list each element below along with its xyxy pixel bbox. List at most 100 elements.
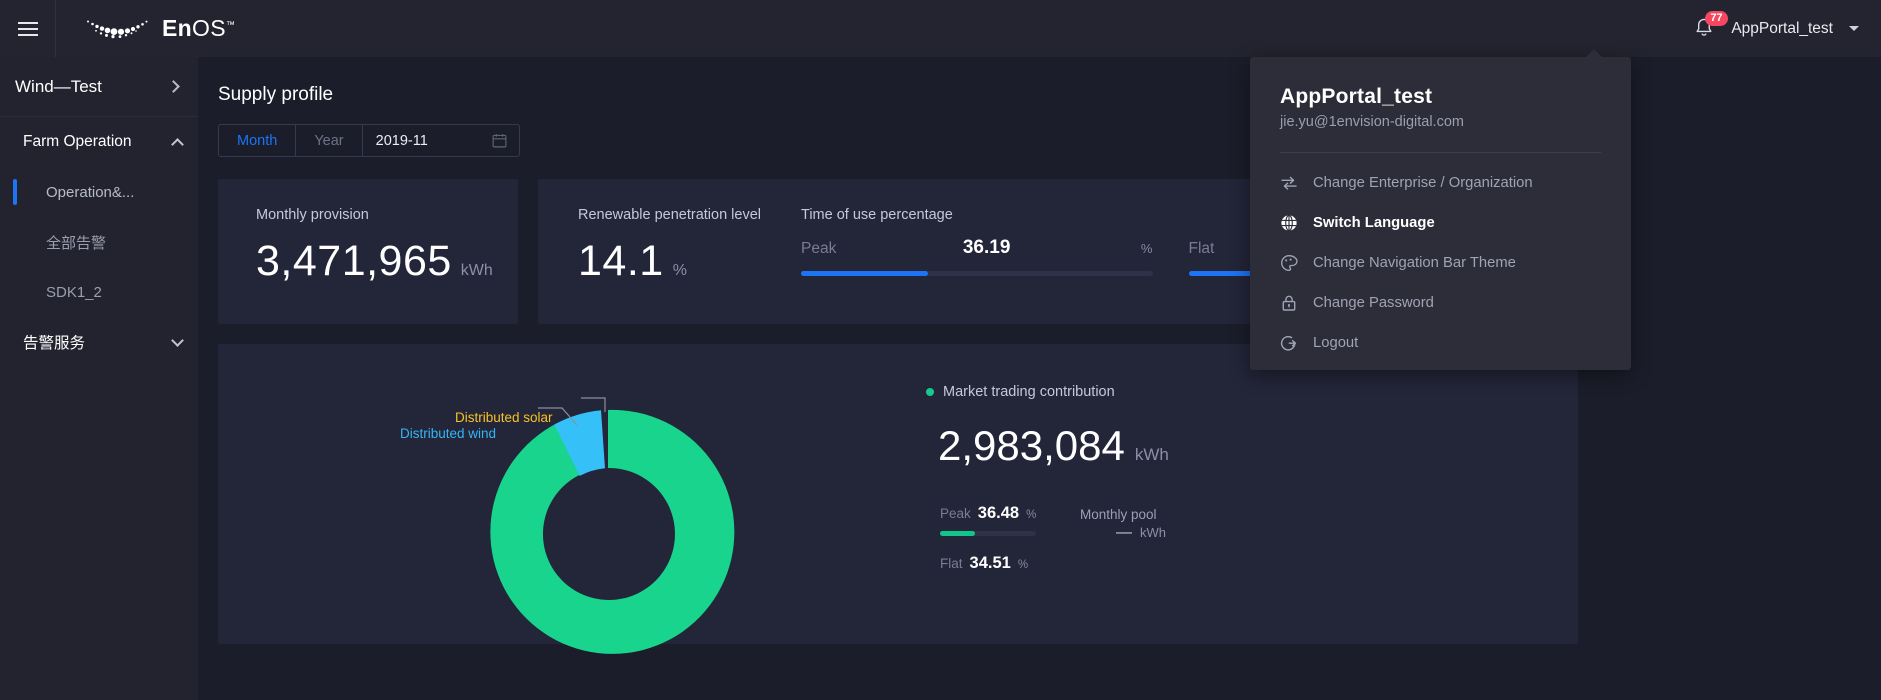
stat-name: Peak xyxy=(940,506,971,521)
donut-callout-solar xyxy=(581,398,605,412)
sidebar-item-operation[interactable]: Operation&... xyxy=(0,167,198,217)
market-trading-header: Market trading contribution xyxy=(926,384,1218,400)
calendar-icon xyxy=(492,133,507,148)
brand-os: OS xyxy=(192,15,226,41)
monthly-pool-block: Monthly pool — kWh xyxy=(1080,504,1166,573)
monthly-provision-value: 3,471,965 xyxy=(256,237,452,286)
menu-item-change-password[interactable]: Change Password xyxy=(1280,283,1601,323)
donut-label-distributed-wind: Distributed wind xyxy=(400,426,496,441)
sidebar-item-all-alarms[interactable]: 全部告警 xyxy=(0,217,198,267)
sidebar-group-farm-operation[interactable]: Farm Operation xyxy=(0,117,198,167)
progress-track xyxy=(940,531,1036,536)
sidebar-group-label: Farm Operation xyxy=(23,133,132,151)
card-value-group: 14.1 % xyxy=(578,237,761,286)
site-name: Wind—Test xyxy=(15,77,102,97)
tab-year[interactable]: Year xyxy=(296,125,362,156)
monthly-pool-unit: kWh xyxy=(1140,525,1166,540)
enos-dot-logo-icon xyxy=(84,16,152,42)
menu-item-switch-language[interactable]: Switch Language xyxy=(1280,203,1601,243)
menu-item-change-nav-theme[interactable]: Change Navigation Bar Theme xyxy=(1280,243,1601,283)
market-stat-peak: Peak 36.48 % Flat 34.51 % xyxy=(940,504,1036,573)
card-label: Renewable penetration level xyxy=(578,207,761,223)
brand-trademark: ™ xyxy=(226,19,235,29)
stat-unit: % xyxy=(1026,509,1036,521)
tou-unit: % xyxy=(1141,241,1153,256)
chevron-down-icon[interactable] xyxy=(1849,26,1859,31)
notification-bell-button[interactable]: 77 xyxy=(1693,16,1717,42)
app-root: EnOS™ 77 AppPortal_test Wind—Test Farm O… xyxy=(0,0,1881,700)
progress-track xyxy=(801,271,1153,276)
market-trading-value-group: 2,983,084 kWh xyxy=(926,422,1218,470)
site-switcher[interactable]: Wind—Test xyxy=(0,57,198,117)
palette-icon xyxy=(1280,254,1298,272)
tab-month[interactable]: Month xyxy=(219,125,296,156)
chevron-right-icon xyxy=(167,80,180,93)
stat-value: 34.51 xyxy=(970,554,1011,573)
donut-slice-main xyxy=(490,410,734,654)
card-value-group: 3,471,965 kWh xyxy=(256,237,518,286)
monthly-pool-value-group: — kWh xyxy=(1116,524,1166,542)
chevron-down-icon xyxy=(171,334,184,347)
donut-label-distributed-solar: Distributed solar xyxy=(455,410,553,425)
swap-arrows-icon xyxy=(1280,174,1298,192)
renewable-penetration-value: 14.1 xyxy=(578,237,664,286)
menu-item-label: Change Enterprise / Organization xyxy=(1313,175,1533,191)
sidebar-group-label: 告警服务 xyxy=(23,331,85,353)
tou-item-peak: Peak 36.19% xyxy=(801,237,1153,276)
legend-dot-icon xyxy=(926,388,934,396)
hamburger-menu-icon[interactable] xyxy=(0,0,56,57)
card-monthly-provision: Monthly provision 3,471,965 kWh xyxy=(218,179,518,324)
sidebar-item-sdk1-2[interactable]: SDK1_2 xyxy=(0,267,198,317)
globe-icon xyxy=(1280,214,1298,232)
sidebar-item-label: SDK1_2 xyxy=(46,284,102,301)
user-account-dropdown: AppPortal_test jie.yu@1envision-digital.… xyxy=(1250,57,1631,370)
menu-item-label: Change Password xyxy=(1313,295,1434,311)
sidebar-item-label: 全部告警 xyxy=(46,232,106,253)
dropdown-user-name: AppPortal_test xyxy=(1280,85,1601,109)
lock-icon xyxy=(1280,294,1298,312)
monthly-pool-value: — xyxy=(1116,524,1132,542)
progress-fill xyxy=(940,531,975,536)
sidebar: Wind—Test Farm Operation Operation&... 全… xyxy=(0,57,198,700)
menu-item-label: Change Navigation Bar Theme xyxy=(1313,255,1516,271)
dropdown-divider xyxy=(1280,152,1601,153)
sidebar-group-alarm-service[interactable]: 告警服务 xyxy=(0,317,198,367)
date-input-value: 2019-11 xyxy=(376,133,428,149)
monthly-provision-unit: kWh xyxy=(461,262,493,280)
brand-logo: EnOS™ xyxy=(56,0,235,57)
sidebar-item-label: Operation&... xyxy=(46,184,134,201)
stat-name: Flat xyxy=(940,556,963,571)
market-trading-value: 2,983,084 xyxy=(938,422,1125,470)
date-input[interactable]: 2019-11 xyxy=(363,125,519,156)
menu-item-logout[interactable]: Logout xyxy=(1280,323,1601,363)
monthly-pool-label: Monthly pool xyxy=(1080,507,1157,522)
progress-fill xyxy=(801,271,928,276)
stat-unit: % xyxy=(1018,559,1028,571)
tou-name: Peak xyxy=(801,240,836,258)
market-trading-block: Market trading contribution 2,983,084 kW… xyxy=(778,344,1218,644)
dropdown-arrow xyxy=(1585,49,1603,58)
market-trading-title: Market trading contribution xyxy=(943,384,1115,400)
renewable-penetration-unit: % xyxy=(673,262,687,280)
period-selector: Month Year 2019-11 xyxy=(218,124,520,157)
user-menu-label[interactable]: AppPortal_test xyxy=(1731,20,1833,38)
menu-item-label: Logout xyxy=(1313,335,1358,351)
market-trading-stats: Peak 36.48 % Flat 34.51 % xyxy=(926,504,1218,573)
donut-chart-area: Distributed solar Distributed wind xyxy=(218,344,778,644)
menu-item-label: Switch Language xyxy=(1313,215,1435,231)
logout-icon xyxy=(1280,334,1298,352)
supply-composition-panel: Distributed solar Distributed wind Marke… xyxy=(218,344,1578,644)
chevron-up-icon xyxy=(171,138,184,151)
brand-en: En xyxy=(162,15,192,41)
menu-item-change-enterprise[interactable]: Change Enterprise / Organization xyxy=(1280,163,1601,203)
card-label: Monthly provision xyxy=(256,207,518,223)
dropdown-user-email: jie.yu@1envision-digital.com xyxy=(1280,114,1601,130)
notification-count-badge: 77 xyxy=(1705,11,1727,26)
tou-value: 36.19 xyxy=(963,237,1011,259)
stat-value: 36.48 xyxy=(978,504,1019,523)
supply-composition-donut-chart xyxy=(458,382,758,682)
topbar-right-actions: 77 AppPortal_test xyxy=(1693,0,1881,57)
market-trading-unit: kWh xyxy=(1135,445,1169,465)
brand-wordmark: EnOS™ xyxy=(162,15,235,42)
tou-name: Flat xyxy=(1189,240,1215,258)
